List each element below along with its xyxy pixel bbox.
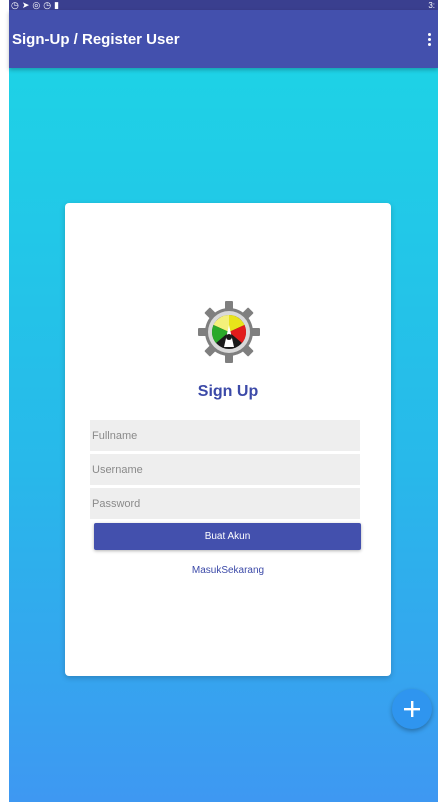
add-fab-button[interactable]: [392, 689, 432, 729]
create-account-button[interactable]: Buat Akun: [94, 523, 361, 550]
password-field[interactable]: [90, 488, 360, 519]
content-background: Sign Up Buat Akun MasukSekarang: [9, 68, 438, 802]
plus-icon: [404, 701, 420, 717]
status-time: 3:: [428, 0, 435, 10]
username-field[interactable]: [90, 454, 360, 485]
app-bar: Sign-Up / Register User: [9, 10, 438, 68]
app-bar-title: Sign-Up / Register User: [12, 30, 180, 48]
signup-screen: ◷➤◎◷▮ 3: Sign-Up / Register User Sign Up…: [0, 0, 438, 802]
more-vert-icon[interactable]: [422, 29, 436, 49]
status-bar: ◷➤◎◷▮ 3:: [9, 0, 438, 10]
page-title: Sign Up: [197, 383, 259, 400]
gear-emblem-logo: [198, 301, 260, 363]
notification-icons: ◷➤◎◷▮: [11, 0, 63, 10]
fullname-field[interactable]: [90, 420, 360, 451]
signup-card: Sign Up Buat Akun MasukSekarang: [65, 203, 391, 676]
login-now-link[interactable]: MasukSekarang: [65, 565, 391, 576]
